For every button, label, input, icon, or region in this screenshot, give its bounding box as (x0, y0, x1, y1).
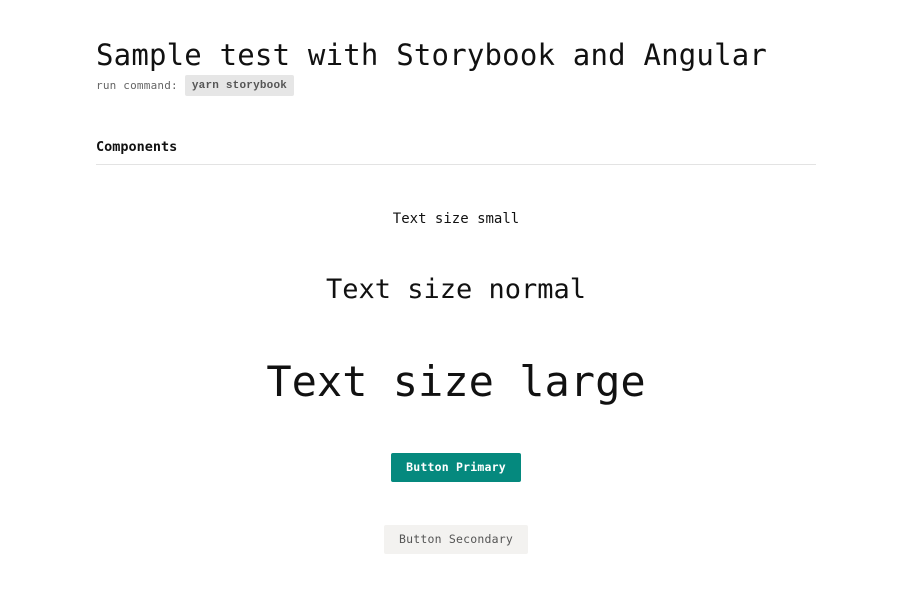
secondary-button-wrapper: Button Secondary (0, 525, 900, 554)
secondary-button[interactable]: Button Secondary (384, 525, 528, 554)
primary-button-wrapper: Button Primary (0, 453, 900, 482)
text-size-small: Text size small (392, 211, 520, 227)
text-size-large: Text size large (266, 357, 646, 406)
components-preview: Text size small Text size normal Text si… (0, 0, 900, 600)
text-size-normal: Text size normal (325, 274, 587, 305)
primary-button[interactable]: Button Primary (391, 453, 521, 482)
